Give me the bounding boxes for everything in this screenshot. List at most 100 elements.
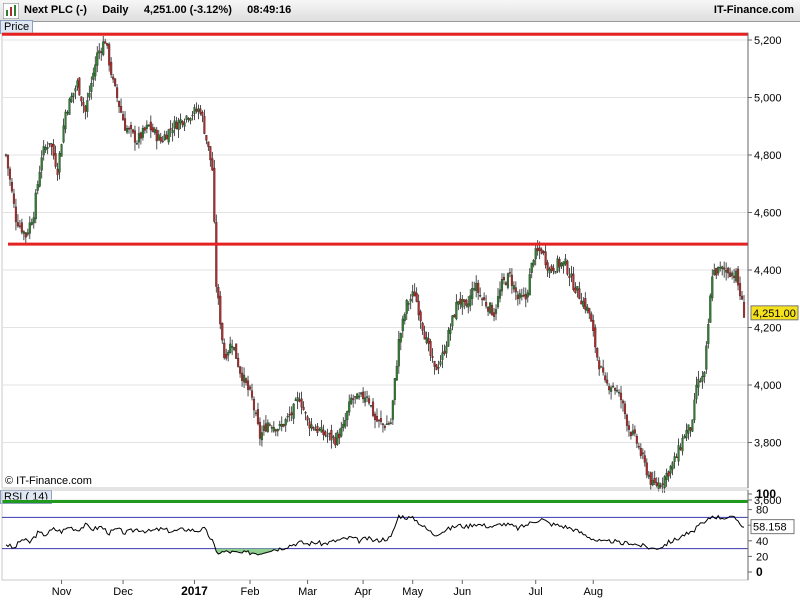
candle-body (28, 222, 31, 234)
candle-body (429, 340, 432, 356)
candle-body (68, 98, 71, 115)
price-axis-tick-label: 3,800 (754, 438, 782, 450)
candle-body (701, 376, 704, 382)
candle-body (185, 115, 188, 120)
candle-body (201, 111, 204, 116)
candle-body (219, 295, 222, 325)
candle-body (383, 425, 386, 428)
candle-body (469, 295, 472, 306)
candle-body (709, 295, 712, 323)
chart-window: Next PLC (-) Daily 4,251.00 (-3.12%) 08:… (0, 0, 800, 600)
candle-body (461, 299, 464, 308)
chart-title: Next PLC (-) Daily 4,251.00 (-3.12%) 08:… (24, 4, 291, 16)
candle-body (643, 455, 646, 463)
rsi-panel-label: RSI ( 14) (0, 490, 53, 504)
candle-body (725, 270, 728, 273)
candle-body (338, 433, 341, 439)
candle-body (526, 292, 529, 298)
candle-body (108, 44, 111, 66)
candle-body (556, 258, 559, 272)
candle-body (695, 384, 698, 400)
candle-body (145, 124, 148, 129)
candle-body (586, 306, 589, 312)
candle-body (471, 288, 474, 299)
candle-body (324, 431, 327, 436)
candle-body (371, 401, 375, 416)
candle-body (558, 259, 561, 268)
candle-body (223, 342, 226, 358)
watermark-text: © IT-Finance.com (5, 475, 92, 487)
candle-body (147, 124, 150, 127)
candle-body (221, 323, 224, 341)
candle-body (320, 426, 323, 433)
candle-body (346, 411, 349, 421)
candle-body (738, 283, 742, 297)
candle-body (614, 388, 617, 391)
candle-body (570, 273, 573, 277)
candle-body (419, 311, 422, 322)
candle-body (699, 381, 702, 383)
candle-body (606, 379, 609, 384)
candle-body (467, 303, 470, 308)
candle-body (237, 357, 240, 367)
candle-body (157, 134, 160, 141)
candle-body (177, 120, 180, 130)
candle-body (8, 168, 12, 180)
candle-body (735, 270, 738, 282)
candle-body (336, 432, 339, 445)
candle-body (691, 419, 694, 432)
candle-body (514, 287, 517, 293)
candle-body (457, 300, 460, 305)
candle-body (512, 285, 515, 290)
candle-body (292, 403, 295, 419)
price-axis-tick-label: 4,400 (754, 265, 782, 277)
price-panel-label: Price (0, 20, 34, 34)
candle-body (153, 128, 156, 133)
candle-body (70, 95, 73, 103)
candle-body (86, 100, 89, 112)
price-axis-tick-label: 3,600 (754, 495, 782, 507)
candle-body (284, 419, 287, 426)
candle-body (169, 128, 172, 130)
candle-body (44, 147, 47, 151)
candle-body (453, 314, 456, 318)
candle-body (483, 297, 486, 301)
candle-body (76, 80, 79, 88)
candle-body (227, 351, 230, 356)
time-label: 08:49:16 (247, 4, 292, 16)
price-axis-tick-label: 4,600 (754, 208, 782, 220)
candle-body (584, 298, 587, 310)
candle-body (112, 76, 115, 80)
x-axis-tick-label: Dec (113, 586, 133, 598)
candle-body (131, 129, 135, 133)
candle-body (655, 482, 658, 486)
candle-body (522, 294, 525, 297)
rsi-last-value-badge (750, 519, 795, 535)
candle-body (350, 397, 353, 404)
candle-body (431, 356, 434, 358)
candle-body (52, 144, 55, 156)
candle-body (38, 171, 41, 187)
candle-body (84, 105, 87, 112)
candle-body (403, 314, 406, 321)
candle-body (104, 41, 107, 44)
candle-body (534, 248, 537, 260)
candle-body (665, 472, 668, 480)
rsi-oversold-area (216, 548, 278, 556)
candle-body (496, 296, 500, 308)
candle-body (243, 374, 246, 383)
candle-body (22, 231, 25, 234)
rsi-axis-tick-label: 0 (756, 565, 763, 579)
candle-body (213, 167, 216, 222)
candle-body (127, 128, 131, 130)
candle-body (175, 122, 178, 130)
candle-body (326, 435, 329, 437)
candle-body (546, 262, 549, 271)
candle-body (306, 416, 309, 421)
candle-body (312, 427, 315, 430)
candle-body (612, 385, 615, 388)
candle-body (78, 77, 81, 96)
candle-body (356, 393, 359, 400)
candle-body (368, 398, 371, 404)
candle-body (731, 272, 734, 276)
